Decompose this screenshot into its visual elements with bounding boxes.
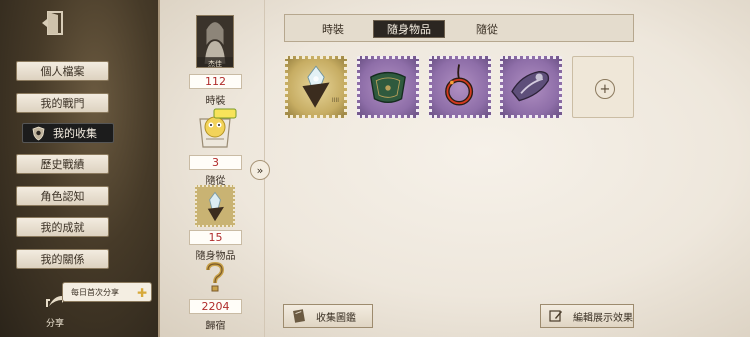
collection-panel xyxy=(158,0,750,337)
follower-icon[interactable] xyxy=(192,105,238,149)
double-chevron-right-icon: » xyxy=(256,163,264,177)
nav-item-character-knowledge[interactable]: 角色認知 xyxy=(16,186,109,206)
homeland-question-icon[interactable] xyxy=(203,261,227,292)
nav-item-label: 角色認知 xyxy=(40,190,85,203)
daily-share-text: 每日首次分享 xyxy=(71,287,119,297)
nav-item-my-relationships[interactable]: 我的關係 xyxy=(16,249,109,269)
category-tabbar: 時裝 隨身物品 隨從 xyxy=(284,14,634,42)
nav-item-profile[interactable]: 個人檔案 xyxy=(16,61,109,81)
nav-item-label: 歷史戰績 xyxy=(40,158,85,171)
daily-share-bubble[interactable]: 每日首次分享 ✚ xyxy=(62,282,152,302)
item-card-crystal-pendulum[interactable]: IIII xyxy=(285,56,347,118)
homeland-count: 2204 xyxy=(189,299,242,314)
nav-item-history-record[interactable]: 歷史戰績 xyxy=(16,154,109,174)
accessory-count: 15 xyxy=(189,230,242,245)
portrait-caption: 杰佳 xyxy=(208,60,222,68)
costume-count: 112 xyxy=(189,74,242,89)
green-pillow-icon xyxy=(370,71,406,104)
share-label: 分享 xyxy=(46,319,65,329)
item-card-purple-ornament[interactable] xyxy=(500,56,562,118)
card-caption: IIII xyxy=(331,97,339,104)
shield-badge-icon xyxy=(31,126,46,141)
nav-item-my-achievements[interactable]: 我的成就 xyxy=(16,217,109,237)
exit-door-icon[interactable] xyxy=(40,10,70,36)
accessory-thumbnail[interactable] xyxy=(195,185,235,227)
nav-item-my-collection[interactable]: 我的收集 xyxy=(22,123,114,143)
edit-display-label: 編輯展示效果 xyxy=(573,312,633,324)
nav-item-label: 我的收集 xyxy=(53,127,97,140)
tab-follower[interactable]: 隨從 xyxy=(461,20,513,38)
item-card-green-pillow[interactable] xyxy=(357,56,419,118)
follower-count: 3 xyxy=(189,155,242,170)
nav-item-label: 個人檔案 xyxy=(40,65,85,78)
expand-chevron-button[interactable]: » xyxy=(250,160,270,180)
collection-guide-button[interactable]: 收集圖鑑 xyxy=(283,304,373,328)
nav-item-label: 我的戰門 xyxy=(40,97,85,110)
add-item-slot[interactable]: + xyxy=(572,56,634,118)
tab-costume[interactable]: 時裝 xyxy=(307,20,359,38)
crystal-pendulum-icon xyxy=(302,65,330,108)
tab-accessory[interactable]: 隨身物品 xyxy=(373,20,445,38)
edit-display-button[interactable]: 編輯展示效果 xyxy=(540,304,634,328)
nav-item-label: 我的關係 xyxy=(40,253,85,266)
nav-item-label: 我的成就 xyxy=(40,221,85,234)
edit-pencil-icon xyxy=(549,310,562,322)
puzzle-piece-icon: ✚ xyxy=(136,286,147,300)
nav-item-my-battles[interactable]: 我的戰門 xyxy=(16,93,109,113)
item-card-red-ring-pendant[interactable] xyxy=(429,56,491,118)
red-ring-pendant-icon xyxy=(445,64,474,106)
purple-ornament-icon xyxy=(511,70,550,102)
add-plus-icon: + xyxy=(595,79,615,99)
homeland-label: 歸宿 xyxy=(205,321,226,332)
collection-guide-label: 收集圖鑑 xyxy=(316,312,356,324)
accessory-label: 隨身物品 xyxy=(195,251,236,262)
book-icon xyxy=(293,309,305,323)
